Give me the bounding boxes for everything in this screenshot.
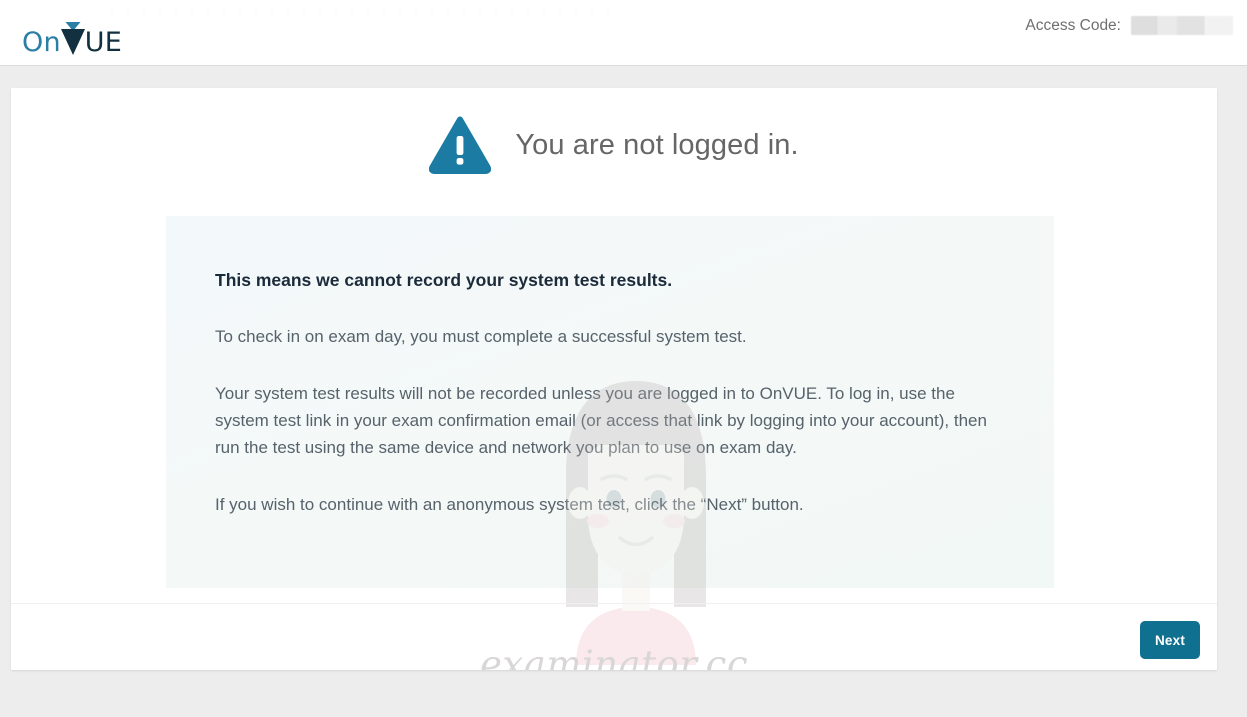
access-code: Access Code:: [1025, 16, 1233, 35]
access-code-label: Access Code:: [1025, 16, 1121, 34]
logo-v-mark-icon: [60, 22, 86, 56]
message-paragraph-1: To check in on exam day, you must comple…: [215, 327, 747, 346]
logo-text-ue: UE: [84, 27, 122, 58]
onvue-logo[interactable]: On UE: [22, 22, 122, 56]
app-header: On UE Access Code:: [0, 0, 1247, 66]
message-paragraph-3: If you wish to continue with an anonymou…: [215, 495, 804, 514]
logo-text-on: On: [22, 27, 61, 58]
message-heading: This means we cannot record your system …: [215, 270, 673, 290]
warning-triangle-icon: [429, 116, 492, 174]
site-watermark: examinator.cc CONQUERING EXAMS: [11, 646, 1217, 670]
footer-divider: [11, 603, 1217, 604]
access-code-value-redacted: [1131, 16, 1233, 35]
status-title: You are not logged in.: [515, 128, 799, 161]
message-paragraph-2: Your system test results will not be rec…: [215, 384, 987, 457]
next-button[interactable]: Next: [1140, 621, 1200, 659]
main-content-card: You are not logged in. This means we can…: [11, 88, 1217, 670]
status-header: You are not logged in.: [11, 116, 1217, 174]
message-panel: This means we cannot record your system …: [166, 216, 1054, 588]
header-artifact-strip: [110, 6, 620, 15]
watermark-main-text: examinator.cc: [479, 643, 749, 670]
